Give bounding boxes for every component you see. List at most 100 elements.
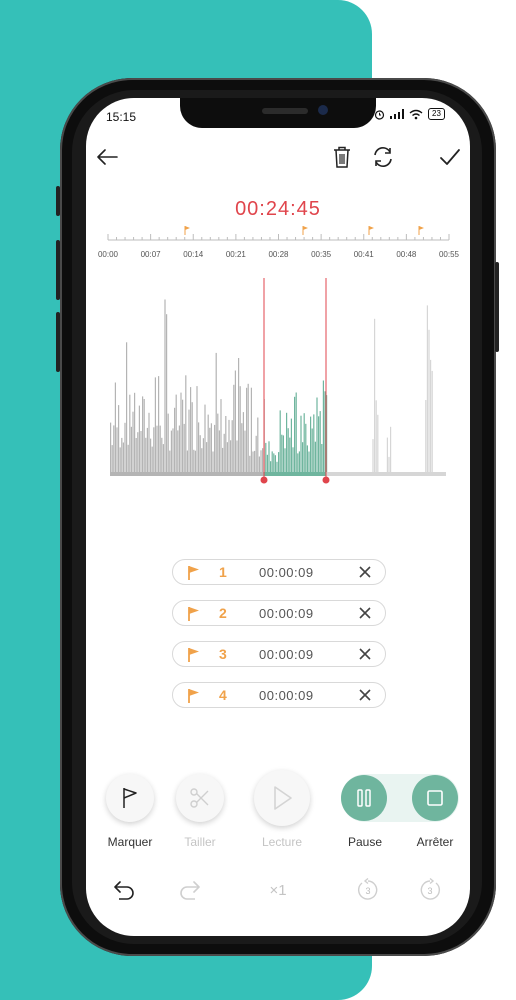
waveform-bar (167, 413, 169, 472)
waveform-baseline-left (110, 472, 264, 476)
confirm-button[interactable] (437, 144, 463, 170)
waveform-bar (274, 455, 276, 472)
play-button[interactable] (254, 770, 310, 826)
waveform-bar (135, 438, 137, 472)
arrow-left-icon (97, 149, 118, 165)
waveform-bar (127, 444, 129, 472)
undo-button[interactable] (110, 876, 138, 904)
waveform-bar (390, 426, 392, 472)
waveform-bar (191, 402, 193, 472)
waveform-bar (278, 452, 280, 472)
flag-marker (302, 226, 308, 235)
waveform-bar (319, 411, 321, 472)
waveform-bar (255, 435, 257, 472)
stop-label: Arrêter (416, 835, 454, 849)
marker-row[interactable]: 4 00:00:09 (172, 682, 386, 708)
marker-row[interactable]: 2 00:00:09 (172, 600, 386, 626)
waveform-bar (154, 377, 156, 472)
waveform-bar (164, 299, 166, 472)
waveform-bar (290, 418, 292, 472)
refresh-button[interactable] (370, 144, 396, 170)
pause-button[interactable] (341, 775, 387, 821)
delete-button[interactable] (329, 144, 355, 170)
skip-back-button[interactable]: 3 (354, 876, 382, 904)
waveform-bar (148, 412, 150, 472)
waveform-bar (425, 400, 427, 472)
waveform-bar (158, 376, 160, 472)
close-icon[interactable] (357, 646, 373, 662)
waveform[interactable] (86, 278, 470, 488)
close-icon[interactable] (357, 687, 373, 703)
waveform-bar (130, 426, 132, 472)
waveform-bar (258, 456, 260, 472)
waveform-bar (318, 416, 320, 472)
flag-icon (188, 648, 199, 662)
alarm-icon (374, 109, 385, 120)
pause-label: Pause (347, 835, 383, 849)
waveform-bar (178, 425, 180, 472)
ruler-tick-label: 00:00 (97, 250, 119, 259)
front-camera (318, 105, 328, 115)
waveform-bar (206, 442, 208, 472)
waveform-bar (180, 392, 182, 472)
waveform-bar (225, 416, 227, 472)
waveform-bar (146, 427, 148, 472)
waveform-bar (426, 305, 428, 472)
elapsed-timer: 00:24:45 (235, 198, 321, 220)
waveform-bar (151, 446, 153, 472)
waveform-bar (265, 442, 267, 472)
check-icon (440, 149, 460, 165)
ruler-tick-label: 00:28 (268, 250, 289, 259)
waveform-bar (116, 427, 118, 472)
ruler-tick-label: 00:07 (140, 250, 161, 259)
waveform-bar (145, 437, 147, 472)
selection-end-handle[interactable] (322, 476, 330, 484)
status-icons: 23 (374, 108, 445, 120)
waveform-bar (198, 422, 200, 472)
waveform-bar (132, 411, 134, 472)
close-icon[interactable] (357, 605, 373, 621)
mark-button[interactable] (106, 774, 154, 822)
stop-button[interactable] (412, 775, 458, 821)
waveform-bar (246, 387, 248, 472)
redo-button[interactable] (176, 876, 204, 904)
waveform-bar (126, 342, 128, 472)
marker-row[interactable]: 1 00:00:09 (172, 559, 386, 585)
waveform-bar (287, 428, 289, 472)
flag-outline-icon (123, 788, 137, 808)
wifi-icon (409, 109, 423, 119)
phone-notch (180, 98, 376, 128)
play-icon (274, 786, 292, 810)
waveform-bar (223, 433, 225, 472)
waveform-bar (113, 425, 115, 472)
waveform-bar (324, 391, 326, 472)
waveform-bar (260, 450, 262, 472)
waveform-bar (388, 456, 390, 472)
marker-time: 00:00:09 (259, 646, 314, 662)
waveform-bar (220, 399, 222, 472)
ruler-tick-label: 00:14 (183, 250, 204, 259)
close-icon[interactable] (357, 564, 373, 580)
waveform-bar (188, 409, 190, 472)
waveform-bar (186, 450, 188, 472)
waveform-bar (375, 400, 377, 472)
waveform-bar (199, 435, 201, 472)
back-button[interactable] (94, 144, 120, 170)
waveform-bar (302, 442, 304, 472)
waveform-bar (281, 434, 283, 472)
waveform-bar (182, 399, 184, 472)
waveform-bar (236, 440, 238, 472)
phone-volume-up (56, 240, 60, 300)
waveform-bar (175, 394, 177, 472)
skip-forward-button[interactable]: 3 (416, 876, 444, 904)
waveform-bar (268, 441, 270, 472)
selection-start-handle[interactable] (260, 476, 268, 484)
waveform-bar (242, 412, 244, 472)
waveform-bar (218, 430, 220, 472)
speed-button[interactable]: ×1 (264, 876, 292, 904)
trim-button[interactable] (176, 774, 224, 822)
waveform-bar (306, 445, 308, 472)
marker-row[interactable]: 3 00:00:09 (172, 641, 386, 667)
waveform-bar (183, 423, 185, 472)
waveform-bar (282, 435, 284, 472)
